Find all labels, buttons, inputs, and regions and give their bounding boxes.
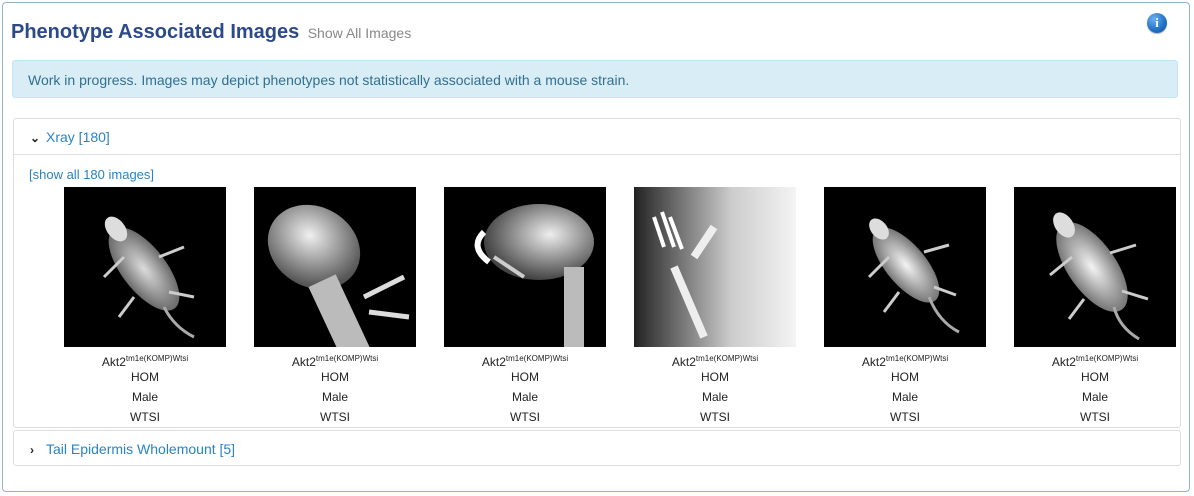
xray-image[interactable]	[1014, 187, 1176, 347]
zygosity: HOM	[891, 370, 919, 384]
image-card[interactable]: Akt2tm1e(KOMP)Wtsi HOM Male WTSI	[50, 187, 240, 427]
image-card[interactable]: Akt2tm1e(KOMP)Wtsi HOM Male WTSI	[430, 187, 620, 427]
allele-label: Akt2tm1e(KOMP)Wtsi	[1051, 354, 1139, 369]
allele-label: Akt2tm1e(KOMP)Wtsi	[481, 354, 569, 369]
allele-label: Akt2tm1e(KOMP)Wtsi	[861, 354, 949, 369]
phenotype-images-panel: Phenotype Associated Images Show All Ima…	[2, 2, 1190, 492]
section-xray: ⌄ Xray [180] [show all 180 images] Akt2tm…	[13, 118, 1181, 428]
page-title: Phenotype Associated Images	[11, 21, 300, 43]
zygosity: HOM	[511, 370, 539, 384]
chevron-down-icon: ⌄	[30, 131, 41, 145]
section-tail-epidermis-label: Tail Epidermis Wholemount [5]	[46, 441, 236, 457]
sex: Male	[701, 390, 728, 404]
xray-image[interactable]	[254, 187, 416, 347]
image-card[interactable]: Akt2tm1e(KOMP)Wtsi HOM Male WTSI	[620, 187, 810, 427]
section-xray-label: Xray [180]	[46, 129, 110, 145]
image-card[interactable]: Akt2tm1e(KOMP)Wtsi HOM Male WTSI	[810, 187, 1000, 427]
sex: Male	[321, 390, 348, 404]
section-tail-epidermis-header[interactable]: › Tail Epidermis Wholemount [5]	[14, 431, 1180, 467]
center: WTSI	[130, 410, 160, 424]
center: WTSI	[890, 410, 920, 424]
center: WTSI	[1080, 410, 1110, 424]
title-row: Phenotype Associated Images Show All Ima…	[11, 21, 411, 47]
show-all-xray-images-link[interactable]: [show all 180 images]	[29, 167, 154, 182]
center: WTSI	[700, 410, 730, 424]
show-all-images-link[interactable]: Show All Images	[308, 25, 412, 41]
center: WTSI	[320, 410, 350, 424]
section-tail-epidermis: › Tail Epidermis Wholemount [5]	[13, 430, 1181, 466]
image-card[interactable]: Akt2tm1e(KOMP)Wtsi HOM Male WTSI	[240, 187, 430, 427]
sex: Male	[891, 390, 918, 404]
center: WTSI	[510, 410, 540, 424]
section-xray-header[interactable]: ⌄ Xray [180]	[14, 119, 1180, 155]
zygosity: HOM	[131, 370, 159, 384]
xray-image[interactable]	[634, 187, 796, 347]
allele-label: Akt2tm1e(KOMP)Wtsi	[291, 354, 379, 369]
sex: Male	[1081, 390, 1108, 404]
sex: Male	[511, 390, 538, 404]
image-card[interactable]: Akt2tm1e(KOMP)Wtsi HOM Male WTSI	[1000, 187, 1190, 427]
zygosity: HOM	[701, 370, 729, 384]
allele-label: Akt2tm1e(KOMP)Wtsi	[671, 354, 759, 369]
chevron-right-icon: ›	[30, 443, 34, 457]
xray-image[interactable]	[64, 187, 226, 347]
info-icon[interactable]: i	[1147, 13, 1167, 33]
xray-image[interactable]	[444, 187, 606, 347]
info-alert: Work in progress. Images may depict phen…	[12, 60, 1178, 98]
xray-image[interactable]	[824, 187, 986, 347]
allele-label: Akt2tm1e(KOMP)Wtsi	[101, 354, 189, 369]
zygosity: HOM	[321, 370, 349, 384]
sex: Male	[131, 390, 158, 404]
zygosity: HOM	[1081, 370, 1109, 384]
